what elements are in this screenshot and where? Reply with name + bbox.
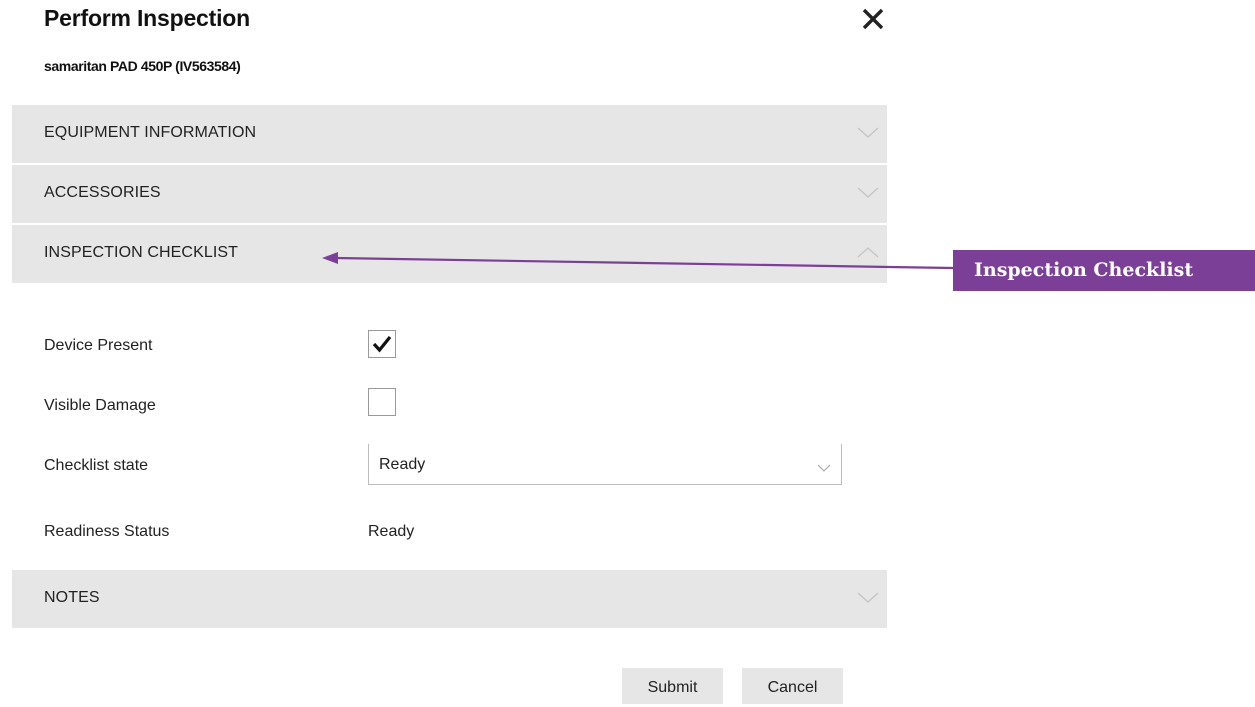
section-equipment-information-label: EQUIPMENT INFORMATION	[44, 124, 257, 141]
checklist-state-select[interactable]: Ready	[368, 444, 842, 485]
checklist-state-value: Ready	[379, 456, 426, 473]
device-present-checkbox[interactable]	[368, 330, 396, 358]
section-inspection-checklist-label: INSPECTION CHECKLIST	[44, 244, 239, 261]
section-accessories[interactable]: ACCESSORIES	[12, 165, 887, 223]
section-accessories-label: ACCESSORIES	[44, 184, 161, 201]
section-notes[interactable]: NOTES	[12, 570, 887, 628]
section-equipment-information[interactable]: EQUIPMENT INFORMATION	[12, 105, 887, 163]
perform-inspection-dialog: Perform Inspection samaritan PAD 450P (I…	[0, 0, 900, 704]
section-inspection-checklist[interactable]: INSPECTION CHECKLIST	[12, 225, 887, 283]
device-present-label: Device Present	[44, 337, 153, 354]
close-icon[interactable]	[858, 4, 888, 34]
chevron-down-icon	[817, 460, 831, 472]
device-subtitle: samaritan PAD 450P (IV563584)	[44, 58, 241, 74]
dialog-title: Perform Inspection	[44, 5, 250, 31]
chevron-down-icon	[857, 185, 879, 199]
checklist-state-label: Checklist state	[44, 457, 149, 474]
annotation-callout: Inspection Checklist	[953, 250, 1255, 291]
readiness-status-label: Readiness Status	[44, 523, 170, 540]
chevron-down-icon	[857, 590, 879, 604]
readiness-status-value: Ready	[368, 523, 415, 540]
chevron-up-icon	[857, 245, 879, 259]
section-notes-label: NOTES	[44, 589, 100, 606]
visible-damage-label: Visible Damage	[44, 397, 156, 414]
checkmark-icon	[372, 335, 392, 353]
chevron-down-icon	[857, 125, 879, 139]
submit-button[interactable]: Submit	[622, 668, 723, 704]
visible-damage-checkbox[interactable]	[368, 388, 396, 416]
cancel-button[interactable]: Cancel	[742, 668, 843, 704]
